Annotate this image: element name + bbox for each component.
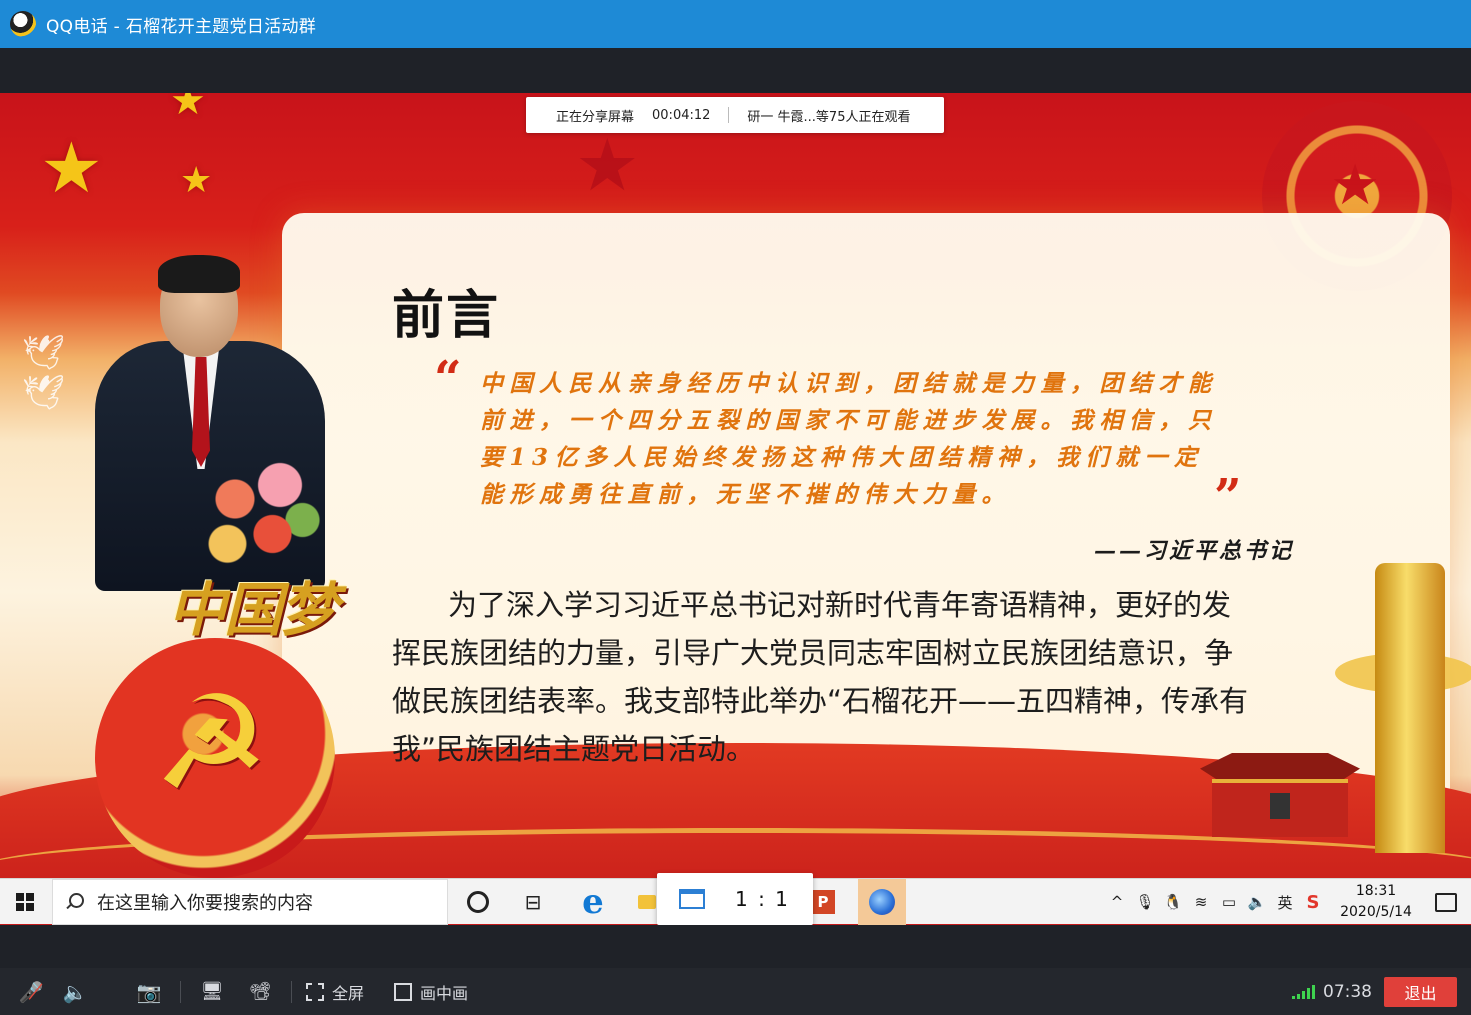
speaker-icon[interactable]: 🔈 [58, 968, 92, 1015]
signal-strength-icon [1292, 984, 1315, 999]
app-name: QQ电话 [46, 16, 108, 37]
taskbar-clock[interactable]: 18:31 2020/5/14 [1331, 881, 1421, 923]
call-duration: 07:38 [1323, 981, 1372, 1002]
slide-body-text: 为了深入学习习近平总书记对新时代青年寄语精神，更好的发挥民族团结的力量，引导广大… [392, 588, 1249, 766]
windows-icon [16, 893, 34, 911]
ime-indicator[interactable]: 英 [1271, 892, 1299, 913]
flag-star-icon: ★ [40, 127, 103, 209]
ratio-label[interactable]: 1 : 1 [735, 887, 790, 911]
top-gap [0, 48, 1471, 93]
slide-heading: 前言 [392, 286, 501, 346]
flag-star-icon: ★ [170, 93, 206, 124]
whiteboard-icon[interactable]: 📽 [243, 968, 277, 1015]
divider [291, 980, 292, 1003]
window-icon [679, 889, 705, 909]
chevron-up-icon[interactable]: ^ [1103, 893, 1131, 911]
pip-label: 画中画 [420, 983, 469, 1003]
battery-icon[interactable]: ▭ [1215, 893, 1243, 911]
title-bar: QQ电话 - 石榴花开主题党日活动群 [0, 0, 1471, 48]
flowers [190, 443, 340, 583]
fullscreen-icon [306, 982, 324, 1001]
emblem-star-icon: ★ [1330, 153, 1381, 218]
qq-logo-icon [10, 11, 36, 37]
divider [180, 980, 181, 1003]
party-emblem-icon: ☭ [95, 638, 335, 878]
pip-icon [394, 982, 413, 1001]
doves-icon: 🕊 🕊 [22, 333, 66, 413]
volume-icon[interactable]: 🔈 [1243, 893, 1271, 911]
clock-time: 18:31 [1355, 883, 1397, 899]
call-controls: 🎤̸ 🔈 📷 🖥 📽 全屏 画中画 07:38 退出 [0, 968, 1471, 1015]
quote-open-mark: “ [434, 351, 462, 407]
china-dream-logo: 中国梦 [168, 576, 338, 644]
task-view-icon[interactable]: ⊟ [518, 887, 548, 917]
banner-divider [728, 107, 730, 123]
qq-tray-icon[interactable]: 🐧 [1159, 893, 1187, 911]
system-tray: ^ 🎙 🐧 ≋ ▭ 🔈 英 S 18:31 2020/5/14 [1103, 879, 1471, 925]
shared-screen[interactable]: ★ ★ ★ ★ ★ 🕊 🕊 中国梦 ☭ 前言 “ 中国人民从亲身经历中认识到，团结… [0, 93, 1471, 925]
quote-close-mark: ” [1214, 469, 1242, 525]
search-icon [65, 893, 84, 911]
group-name: 石榴花开主题党日活动群 [125, 16, 317, 37]
notification-icon[interactable] [1421, 893, 1471, 912]
taskbar-search-box[interactable]: 在这里输入你要搜索的内容 [52, 879, 448, 925]
start-button[interactable] [0, 879, 50, 925]
share-screen-icon[interactable]: 🖥 [195, 968, 229, 1015]
wifi-icon[interactable]: ≋ [1187, 893, 1215, 911]
title-separator: - [107, 16, 126, 37]
flag-star-icon: ★ [180, 160, 213, 201]
camera-off-icon[interactable]: 📷 [132, 968, 166, 1015]
edge-icon[interactable]: e [578, 882, 608, 922]
exit-button[interactable]: 退出 [1384, 976, 1457, 1007]
cortana-icon[interactable] [463, 887, 493, 917]
share-status: 正在分享屏幕 [556, 109, 635, 125]
share-elapsed: 00:04:12 [652, 107, 711, 123]
sogou-input-icon[interactable]: S [1299, 892, 1327, 913]
browser-icon[interactable] [858, 879, 906, 925]
fullscreen-label: 全屏 [332, 983, 365, 1003]
quote-attribution: ——习近平总书记 [1094, 538, 1295, 564]
screen-share-banner[interactable]: 正在分享屏幕 00:04:12 研一 牛霞...等75人正在观看 [526, 97, 944, 133]
top-star-icon: ★ [575, 123, 640, 207]
search-placeholder: 在这里输入你要搜索的内容 [97, 893, 313, 914]
clock-date: 2020/5/14 [1340, 904, 1412, 920]
slide-quote: 中国人民从亲身经历中认识到，团结就是力量，团结才能前进，一个四分五裂的国家不可能… [480, 370, 1218, 508]
view-ratio-popup[interactable]: 1 : 1 [657, 873, 813, 925]
microphone-icon[interactable]: 🎙 [1131, 893, 1159, 911]
window-title: QQ电话 - 石榴花开主题党日活动群 [46, 12, 316, 37]
share-viewers[interactable]: 研一 牛霞...等75人正在观看 [747, 106, 910, 125]
fullscreen-button[interactable]: 全屏 [306, 968, 364, 1015]
huabiao-pillar [1375, 563, 1445, 853]
picture-in-picture-button[interactable]: 画中画 [394, 968, 468, 1015]
mute-microphone-icon[interactable]: 🎤̸ [14, 968, 48, 1015]
